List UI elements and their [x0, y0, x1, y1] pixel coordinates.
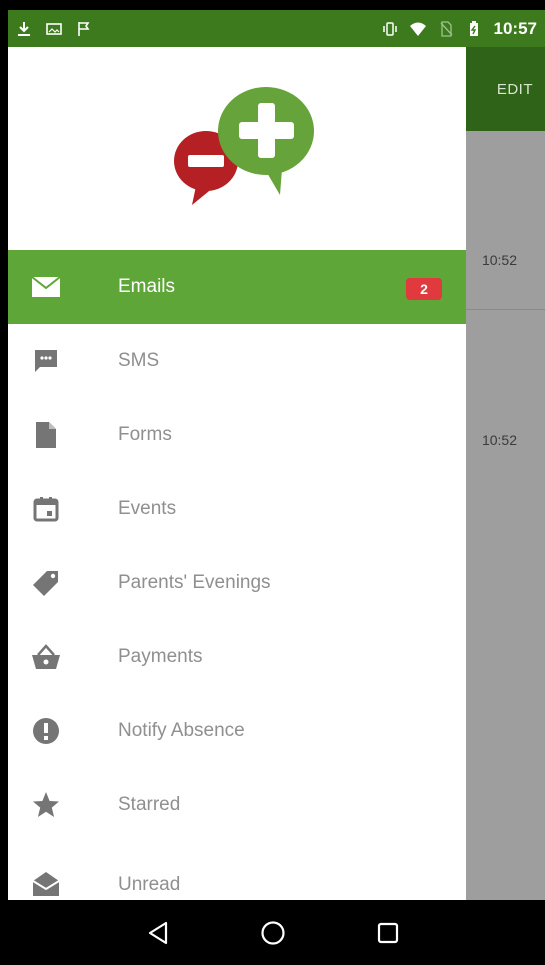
sidebar-item-forms[interactable]: Forms [8, 398, 466, 472]
flag-icon [78, 21, 90, 36]
sidebar-item-events[interactable]: Events [8, 472, 466, 546]
navigation-drawer: Emails 2 SMS Forms Events Parents' Eveni… [8, 47, 466, 900]
sms-icon [30, 345, 62, 377]
document-icon [30, 419, 62, 451]
home-icon[interactable] [253, 913, 293, 953]
sidebar-item-starred[interactable]: Starred [8, 768, 466, 842]
sidebar-item-unread[interactable]: Unread [8, 842, 466, 900]
status-bar: 10:57 [8, 10, 545, 47]
mail-icon [30, 271, 62, 303]
menu-label: SMS [118, 350, 160, 371]
no-sim-icon [440, 20, 452, 37]
alert-icon [30, 715, 62, 747]
image-icon [46, 22, 62, 35]
open-mail-icon [30, 868, 62, 900]
menu-label: Emails [118, 276, 176, 297]
tag-icon [30, 567, 62, 599]
wifi-icon [409, 22, 426, 36]
status-left-icons [16, 21, 92, 37]
unread-count-badge: 2 [406, 278, 442, 300]
download-icon [18, 21, 30, 36]
app-logo [174, 87, 314, 205]
basket-icon [30, 641, 62, 673]
menu-label: Starred [118, 794, 181, 815]
menu-label: Notify Absence [118, 720, 245, 741]
system-nav-bar [0, 900, 545, 965]
message-time: 10:52 [481, 252, 517, 268]
drawer-header [8, 47, 466, 250]
sidebar-item-payments[interactable]: Payments [8, 620, 466, 694]
back-icon[interactable] [138, 913, 178, 953]
clock-time: 10:57 [493, 18, 537, 38]
sidebar-item-notify-absence[interactable]: Notify Absence [8, 694, 466, 768]
recents-icon[interactable] [368, 913, 408, 953]
menu-label: Parents' Evenings [118, 572, 271, 593]
star-icon [30, 789, 62, 821]
sidebar-item-sms[interactable]: SMS [8, 324, 466, 398]
menu-label: Forms [118, 424, 172, 445]
status-right-icons: 10:57 [382, 19, 537, 39]
message-time: 10:52 [481, 432, 517, 448]
battery-icon [469, 20, 478, 36]
sidebar-item-parents-evenings[interactable]: Parents' Evenings [8, 546, 466, 620]
sidebar-item-emails[interactable]: Emails 2 [8, 250, 466, 324]
calendar-icon [30, 493, 62, 525]
vibrate-icon [382, 21, 397, 36]
edit-button[interactable]: EDIT [497, 81, 533, 98]
menu-label: Unread [118, 874, 181, 895]
menu-label: Payments [118, 646, 203, 667]
list-divider [466, 309, 545, 310]
menu-label: Events [118, 498, 177, 519]
